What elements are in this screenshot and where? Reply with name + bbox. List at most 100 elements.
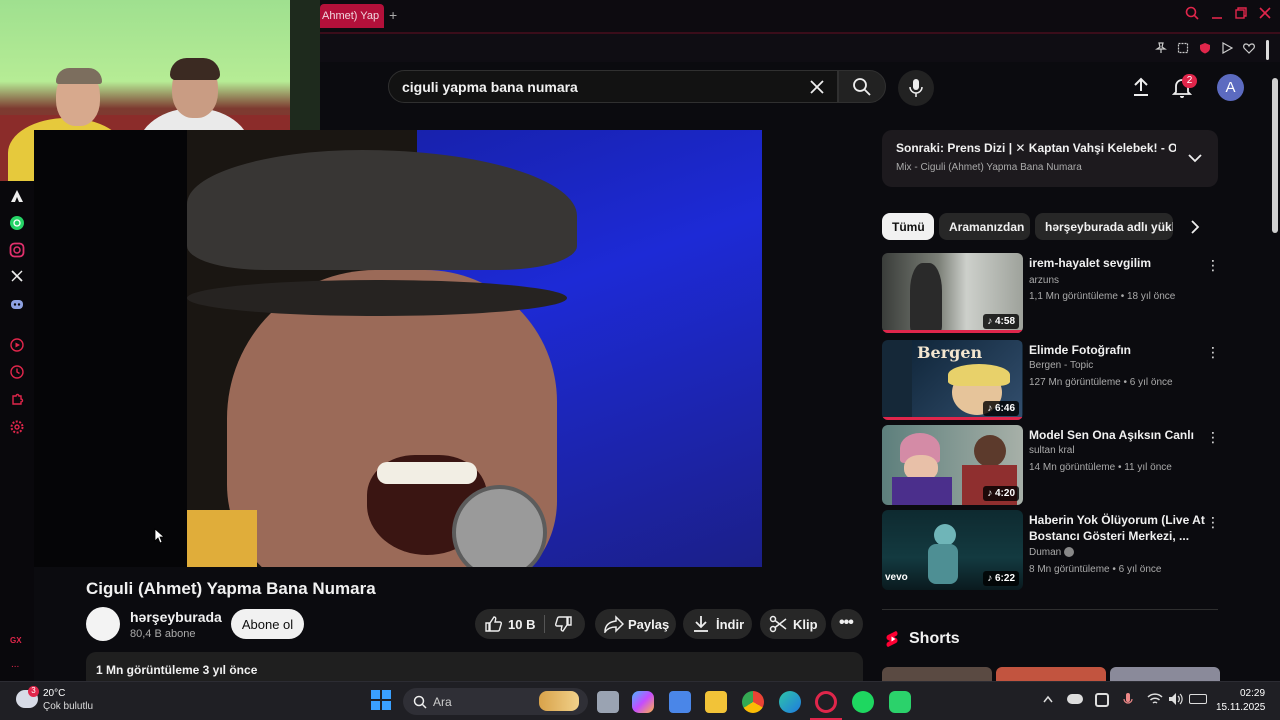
spotify-icon[interactable] bbox=[852, 691, 874, 713]
new-tab-button[interactable]: + bbox=[389, 7, 397, 23]
recommendation-channel[interactable]: Bergen - Topic bbox=[1029, 360, 1093, 371]
thumbs-down-icon[interactable] bbox=[555, 615, 573, 636]
file-explorer-icon[interactable] bbox=[705, 691, 727, 713]
chip-uploader[interactable]: hərşeyburada adlı yükleyici bbox=[1035, 213, 1173, 240]
chrome-icon[interactable] bbox=[742, 691, 764, 713]
settings-gear-icon[interactable] bbox=[8, 420, 26, 438]
weather-temperature[interactable]: 20°C bbox=[43, 688, 65, 699]
play-icon[interactable] bbox=[1220, 41, 1234, 56]
recommendation-meta: 14 Mn görüntüleme • 11 yıl önce bbox=[1029, 462, 1172, 473]
video-thumbnail[interactable]: vevo ♪ 6:22 bbox=[882, 510, 1023, 590]
music-note-icon: ♪ bbox=[987, 488, 995, 499]
recommendation-channel[interactable]: Duman bbox=[1029, 547, 1075, 558]
pin-icon[interactable] bbox=[1154, 42, 1168, 56]
shield-icon[interactable] bbox=[1198, 42, 1212, 56]
sync-icon[interactable] bbox=[1095, 693, 1109, 707]
battery-icon[interactable] bbox=[1189, 694, 1207, 704]
more-horizontal-icon: ••• bbox=[839, 614, 854, 631]
game-app-icon[interactable] bbox=[889, 691, 911, 713]
recommendation-channel[interactable]: arzuns bbox=[1029, 275, 1059, 286]
search-tabs-icon[interactable] bbox=[1183, 6, 1201, 24]
video-letterbox bbox=[34, 130, 187, 567]
voice-search-button[interactable] bbox=[898, 70, 934, 106]
recommendation-item[interactable]: vevo ♪ 6:22 Haberin Yok Ölüyorum (Live A… bbox=[882, 510, 1222, 592]
chevron-right-icon[interactable] bbox=[1190, 220, 1200, 239]
chevron-up-icon[interactable] bbox=[1043, 694, 1053, 706]
x-twitter-icon[interactable] bbox=[8, 269, 26, 287]
more-actions-button[interactable]: ••• bbox=[831, 609, 863, 639]
short-thumbnail[interactable] bbox=[1110, 667, 1220, 681]
whatsapp-icon[interactable] bbox=[8, 215, 26, 233]
search-input[interactable]: ciguli yapma bana numara bbox=[402, 79, 578, 95]
more-vertical-icon[interactable]: ⋮ bbox=[1206, 257, 1220, 274]
recommendation-title[interactable]: Model Sen Ona Aşıksın Canlı bbox=[1029, 427, 1211, 443]
history-icon[interactable] bbox=[8, 365, 26, 383]
clear-search-icon[interactable] bbox=[809, 74, 825, 101]
copilot-icon[interactable] bbox=[632, 691, 654, 713]
page-scrollbar-thumb[interactable] bbox=[1272, 78, 1278, 233]
opera-gx-icon[interactable] bbox=[815, 691, 837, 713]
channel-name[interactable]: hərşeyburada bbox=[130, 609, 222, 625]
recommendation-item[interactable]: ♪ 4:20 Model Sen Ona Aşıksın Canlı sulta… bbox=[882, 425, 1222, 507]
extensions-icon[interactable] bbox=[8, 392, 26, 410]
subscribe-button[interactable]: Abone ol bbox=[231, 609, 304, 639]
gx-label[interactable]: GX bbox=[10, 636, 22, 645]
heart-icon[interactable] bbox=[1242, 42, 1256, 56]
windows-taskbar: 3 20°C Çok bulutlu Ara 02:29 15.11.2025 bbox=[0, 681, 1280, 720]
video-thumbnail[interactable]: ♪ 4:58 bbox=[882, 253, 1023, 333]
weather-description[interactable]: Çok bulutlu bbox=[43, 701, 93, 712]
search-box[interactable]: ciguli yapma bana numara bbox=[388, 70, 838, 103]
restore-icon[interactable] bbox=[1232, 6, 1250, 24]
view-count-and-date: 1 Mn görüntüleme 3 yıl önce bbox=[96, 663, 258, 677]
volume-icon[interactable] bbox=[1168, 692, 1184, 711]
task-view-icon[interactable] bbox=[597, 691, 619, 713]
account-avatar[interactable]: A bbox=[1217, 74, 1244, 101]
microphone-tray-icon[interactable] bbox=[1123, 692, 1133, 713]
recommendation-item[interactable]: Bergen ♪ 6:46 Elimde Fotoğrafın Bergen -… bbox=[882, 340, 1222, 422]
instagram-icon[interactable] bbox=[8, 242, 26, 260]
share-button[interactable]: Paylaş bbox=[595, 609, 676, 639]
recommendation-title[interactable]: Haberin Yok Ölüyorum (Live At Bostancı G… bbox=[1029, 512, 1211, 544]
more-vertical-icon[interactable]: ⋮ bbox=[1206, 344, 1220, 361]
close-window-icon[interactable] bbox=[1256, 6, 1274, 24]
recommendation-title[interactable]: irem-hayalet sevgilim bbox=[1029, 255, 1211, 271]
short-thumbnail[interactable] bbox=[882, 667, 992, 681]
snapshot-icon[interactable] bbox=[1176, 42, 1190, 56]
taskbar-search-box[interactable]: Ara bbox=[403, 688, 588, 715]
sidebar-more-icon[interactable]: ... bbox=[11, 659, 19, 670]
more-vertical-icon[interactable]: ⋮ bbox=[1206, 514, 1220, 531]
video-player[interactable] bbox=[187, 130, 762, 567]
windows-start-icon[interactable] bbox=[371, 690, 391, 715]
minimize-icon[interactable] bbox=[1208, 6, 1226, 24]
onedrive-cloud-icon[interactable] bbox=[1067, 694, 1083, 704]
edge-icon[interactable] bbox=[779, 691, 801, 713]
upload-icon[interactable] bbox=[1131, 76, 1151, 103]
channel-avatar[interactable] bbox=[86, 607, 120, 641]
chip-from-search[interactable]: Aramanızdan bbox=[939, 213, 1030, 240]
clip-button[interactable]: Klip bbox=[760, 609, 826, 639]
like-count[interactable]: 10 B bbox=[508, 617, 535, 632]
browser-tab[interactable]: Ahmet) Yap bbox=[320, 4, 384, 28]
clock-date[interactable]: 15.11.2025 bbox=[1216, 702, 1265, 713]
recommendation-item[interactable]: ♪ 4:58 irem-hayalet sevgilim arzuns 1,1 … bbox=[882, 253, 1222, 335]
sidebar-toggle[interactable] bbox=[1266, 40, 1269, 60]
discord-icon[interactable] bbox=[8, 296, 26, 314]
clock-time[interactable]: 02:29 bbox=[1240, 688, 1265, 699]
video-thumbnail[interactable]: Bergen ♪ 6:46 bbox=[882, 340, 1023, 420]
download-button[interactable]: İndir bbox=[683, 609, 752, 639]
short-thumbnail[interactable] bbox=[996, 667, 1106, 681]
duration-badge: ♪ 4:20 bbox=[983, 486, 1019, 501]
chevron-down-icon[interactable] bbox=[1188, 150, 1202, 168]
more-vertical-icon[interactable]: ⋮ bbox=[1206, 429, 1220, 446]
recommendation-title[interactable]: Elimde Fotoğrafın bbox=[1029, 342, 1211, 358]
up-next-mix-panel[interactable]: Sonraki: Prens Dizi | ✕ Kaptan Vahşi Kel… bbox=[882, 130, 1218, 187]
player-icon[interactable] bbox=[8, 338, 26, 356]
video-thumbnail[interactable]: ♪ 4:20 bbox=[882, 425, 1023, 505]
aria-icon[interactable] bbox=[8, 188, 26, 206]
recommendation-channel[interactable]: sultan kral bbox=[1029, 445, 1075, 456]
wifi-icon[interactable] bbox=[1147, 692, 1163, 711]
microsoft-store-icon[interactable] bbox=[669, 691, 691, 713]
search-button[interactable] bbox=[838, 70, 886, 103]
chip-all[interactable]: Tümü bbox=[882, 213, 934, 240]
thumbs-up-icon[interactable] bbox=[484, 615, 502, 636]
